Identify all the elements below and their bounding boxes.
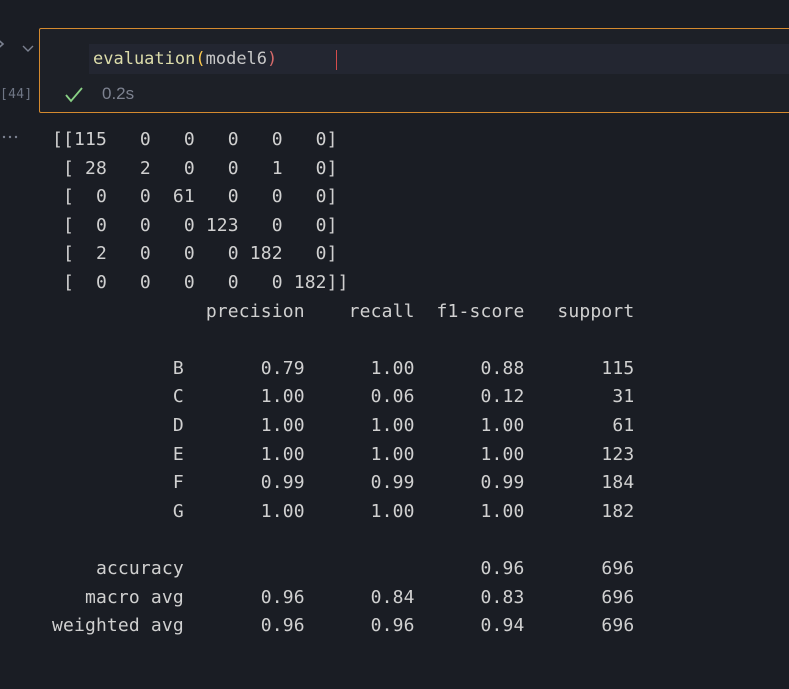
- function-name: evaluation: [93, 49, 196, 69]
- close-paren: ): [267, 49, 278, 69]
- execution-count: [44]: [0, 87, 30, 102]
- cell-output: [[115 0 0 0 0 0] [ 28 2 0 0 1 0] [ 0 0 6…: [52, 129, 635, 637]
- code-editor[interactable]: evaluation(model6): [89, 44, 789, 74]
- code-cell[interactable]: evaluation(model6) 0.2s: [39, 28, 789, 113]
- checkmark-icon: [64, 85, 84, 105]
- open-paren: (: [195, 49, 206, 69]
- ellipsis-icon[interactable]: [0, 124, 22, 140]
- function-argument: model6: [205, 49, 268, 69]
- text-cursor: [336, 50, 337, 70]
- run-arrow-icon[interactable]: [0, 30, 8, 58]
- chevron-down-icon[interactable]: [21, 39, 35, 52]
- code-line[interactable]: evaluation(model6): [93, 46, 277, 72]
- execution-time: 0.2s: [102, 84, 135, 103]
